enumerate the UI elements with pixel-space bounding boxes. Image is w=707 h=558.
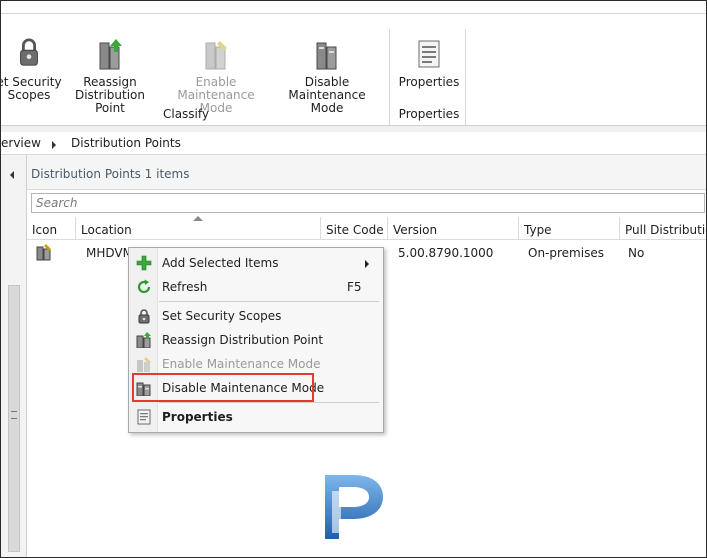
ribbon-group-separator (389, 29, 390, 125)
row-type: On-premises (528, 246, 604, 260)
menu-item-add-selected-items[interactable]: Add Selected Items (129, 252, 383, 274)
main-header: Distribution Points 1 items (27, 155, 706, 190)
ribbon: et Security Scopes Reassign Distribution P… (1, 7, 706, 125)
column-header-icon[interactable]: Icon (27, 217, 76, 239)
distribution-point-icon (36, 244, 51, 261)
classify-group-label: Classify (162, 107, 210, 121)
scroll-grip-icon (11, 411, 17, 419)
disable-maintenance-mode-label: Disable Maintenance Mode (288, 75, 366, 115)
menu-item-set-security-scopes[interactable]: Set Security Scopes (129, 305, 383, 327)
server-wrench-icon (137, 357, 151, 372)
lock-icon (138, 309, 150, 324)
row-pull: No (628, 246, 645, 260)
properties-icon (137, 409, 151, 425)
refresh-shortcut: F5 (347, 280, 362, 294)
reassign-distribution-point-label: Reassign Distribution Point (74, 75, 145, 115)
green-plus-icon (136, 255, 152, 271)
properties-group-label: Properties (398, 107, 460, 121)
menu-separator (159, 301, 379, 302)
pane-scrollbar[interactable] (8, 285, 20, 552)
set-security-scopes-label: et Security Scopes (0, 75, 62, 102)
breadcrumb-distribution-points[interactable]: Distribution Points (71, 136, 181, 150)
server-disable-icon (316, 42, 337, 70)
menu-item-enable-maintenance-mode[interactable]: Enable Maintenance Mode (129, 353, 383, 375)
highlight-box (132, 373, 314, 402)
page-title: Distribution Points 1 items (31, 167, 190, 181)
enable-maintenance-mode-button[interactable]: Enable Maintenance Mode (163, 37, 269, 115)
set-security-scopes-button[interactable]: et Security Scopes (0, 37, 69, 102)
breadcrumb-overview[interactable]: erview (1, 136, 41, 150)
column-header-pull-distribution[interactable]: Pull Distribution (620, 217, 706, 239)
properties-label: Properties (398, 75, 460, 89)
ribbon-group-separator-end (465, 29, 466, 125)
search-placeholder: Search (36, 196, 78, 210)
search-input[interactable]: Search (31, 193, 705, 213)
navigation-pane-collapsed (1, 155, 27, 557)
server-wrench-icon (205, 41, 227, 70)
server-arrow-icon (99, 39, 122, 70)
breadcrumb: erview Distribution Points (1, 132, 706, 155)
column-headers: Icon Location Site Code Version Type Pul… (27, 216, 706, 240)
row-location: MHDVM (86, 246, 133, 260)
context-menu: Add Selected Items Refresh F5 Set Securi… (128, 247, 384, 433)
menu-item-reassign-distribution-point[interactable]: Reassign Distribution Point (129, 329, 383, 351)
properties-icon (418, 40, 440, 68)
reassign-distribution-point-button[interactable]: Reassign Distribution Point (61, 37, 159, 115)
server-arrow-icon (136, 332, 151, 348)
breadcrumb-arrow-icon (52, 141, 56, 149)
properties-button[interactable]: Properties (397, 37, 461, 101)
column-header-location[interactable]: Location (76, 216, 321, 239)
refresh-icon (137, 279, 151, 294)
lock-icon (20, 38, 38, 66)
sort-ascending-icon (193, 216, 203, 221)
disable-maintenance-mode-button[interactable]: Disable Maintenance Mode (273, 37, 381, 115)
menu-separator-bottom (159, 402, 379, 403)
ribbon-top-border (1, 7, 706, 14)
menu-item-refresh[interactable]: Refresh F5 (129, 276, 383, 298)
menu-item-properties[interactable]: Properties (129, 406, 383, 428)
column-header-site-code[interactable]: Site Code (321, 217, 388, 239)
column-header-type[interactable]: Type (519, 217, 620, 239)
application-window: et Security Scopes Reassign Distribution P… (0, 0, 707, 558)
column-header-version[interactable]: Version (388, 217, 519, 239)
row-version: 5.00.8790.1000 (398, 246, 494, 260)
collapse-arrow-icon[interactable] (10, 171, 14, 179)
watermark-logo-icon (325, 475, 383, 539)
submenu-arrow-icon (365, 260, 369, 268)
